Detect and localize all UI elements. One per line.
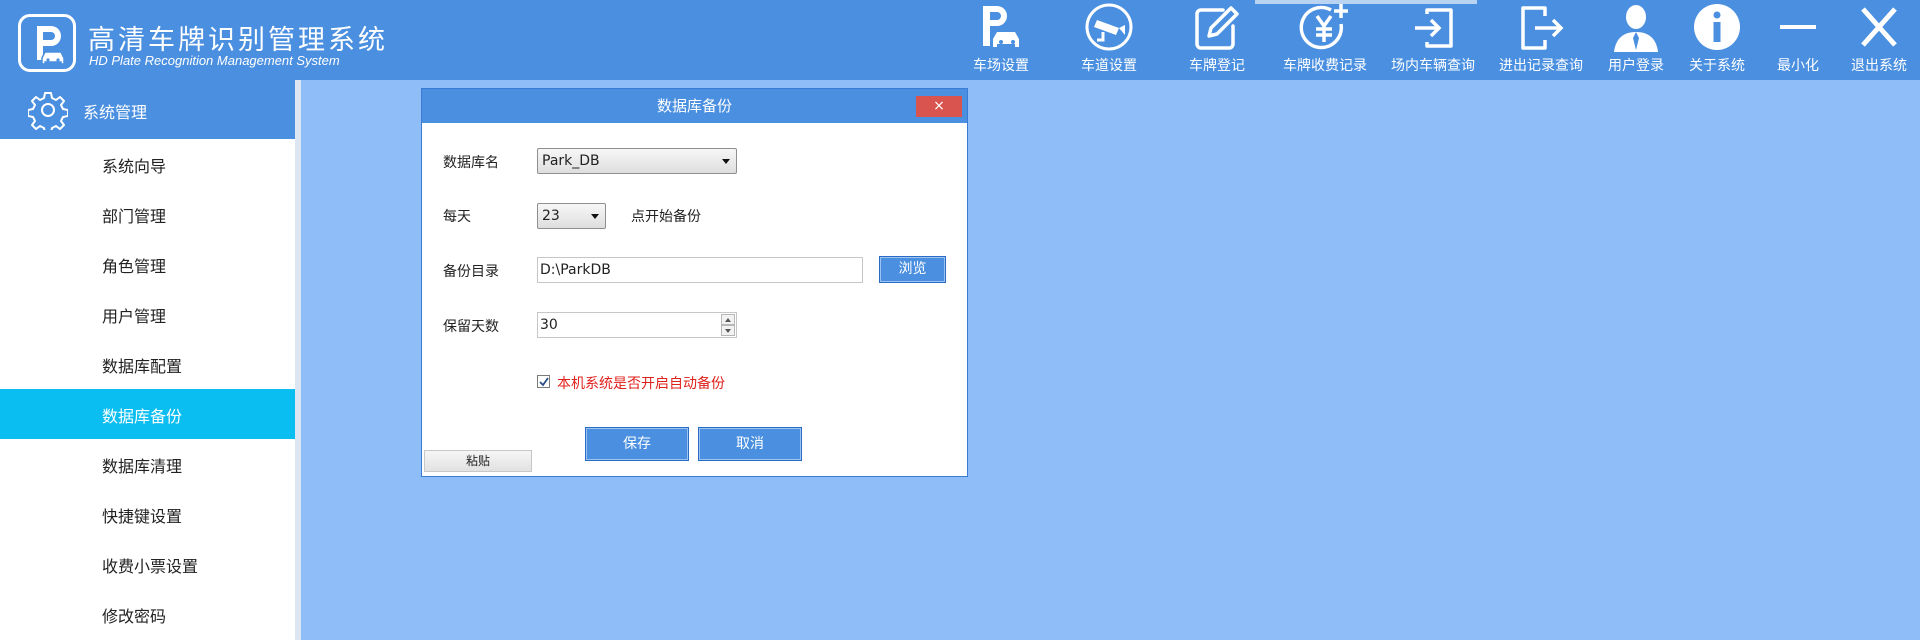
sidebar-item-label: 系统向导 <box>102 157 167 176</box>
minimize-icon <box>1780 25 1816 29</box>
close-icon <box>1861 7 1897 47</box>
toolbar-label: 车牌登记 <box>1189 58 1245 74</box>
daily-label: 每天 <box>443 209 471 225</box>
login-icon <box>1415 8 1453 48</box>
db-name-label: 数据库名 <box>443 155 499 171</box>
parking-logo-icon <box>37 26 65 65</box>
toolbar-label: 车场设置 <box>973 58 1029 74</box>
toolbar-label: 车牌收费记录 <box>1283 58 1367 74</box>
sidebar-item-label: 修改密码 <box>102 607 167 626</box>
sidebar-item-label: 收费小票设置 <box>102 557 199 576</box>
sidebar-item-shortcuts[interactable]: 快捷键设置 <box>0 489 295 539</box>
sidebar-item-label: 快捷键设置 <box>102 507 183 526</box>
cancel-button[interactable]: 取消 <box>698 427 802 461</box>
stepper-down-icon[interactable] <box>721 325 735 336</box>
yuan-add-icon <box>1299 4 1348 50</box>
sidebar-item-db-cleanup[interactable]: 数据库清理 <box>0 439 295 489</box>
sidebar-item-db-backup[interactable]: 数据库备份 <box>0 389 295 439</box>
db-name-value: Park_DB <box>542 153 600 169</box>
keep-days-stepper[interactable]: 30 <box>537 312 737 338</box>
auto-backup-label: 本机系统是否开启自动备份 <box>557 376 725 392</box>
toolbar-label: 退出系统 <box>1851 58 1907 74</box>
sidebar-item-label: 用户管理 <box>102 307 167 326</box>
auto-backup-checkbox[interactable] <box>537 375 550 388</box>
keep-days-label: 保留天数 <box>443 319 499 335</box>
sidebar-item-db-config[interactable]: 数据库配置 <box>0 339 295 389</box>
user-icon <box>1614 5 1658 52</box>
dialog-close-button[interactable]: × <box>916 96 962 117</box>
toolbar-access-records[interactable]: 进出记录查询 <box>1491 0 1591 80</box>
toolbar-label: 进出记录查询 <box>1499 58 1583 74</box>
sidebar: 系统向导 部门管理 角色管理 用户管理 数据库配置 数据库备份 数据库清理 快捷… <box>0 139 295 640</box>
camera-icon <box>1085 3 1133 51</box>
sidebar-item-label: 部门管理 <box>102 207 167 226</box>
gear-icon <box>28 92 68 130</box>
sidebar-item-setup-wizard[interactable]: 系统向导 <box>0 139 295 189</box>
backup-dir-input[interactable]: D:\ParkDB <box>537 257 863 283</box>
toolbar-exit[interactable]: 退出系统 <box>1829 0 1920 80</box>
toolbar-label: 车道设置 <box>1081 58 1137 74</box>
sidebar-divider <box>295 80 301 640</box>
sidebar-item-label: 数据库配置 <box>102 357 183 376</box>
hour-select[interactable]: 23 <box>537 203 606 229</box>
db-name-select[interactable]: Park_DB <box>537 148 737 174</box>
keep-days-value: 30 <box>540 317 558 333</box>
toolbar-lane-settings[interactable]: 车道设置 <box>1059 0 1159 80</box>
chevron-down-icon <box>591 214 599 219</box>
check-icon <box>539 377 549 387</box>
db-backup-dialog: 数据库备份 × 数据库名 Park_DB 每天 23 点开始备份 备份目录 D:… <box>421 88 968 477</box>
sidebar-item-change-password[interactable]: 修改密码 <box>0 589 295 639</box>
sidebar-item-receipt[interactable]: 收费小票设置 <box>0 539 295 589</box>
logout-icon <box>1521 6 1564 50</box>
backup-dir-value: D:\ParkDB <box>540 262 611 278</box>
app-header: 高清车牌识别管理系统 HD Plate Recognition Manageme… <box>0 0 1920 80</box>
sidebar-item-users[interactable]: 用户管理 <box>0 289 295 339</box>
app-subtitle: HD Plate Recognition Management System <box>89 53 340 68</box>
toolbar-parking-settings[interactable]: 车场设置 <box>951 0 1051 80</box>
sidebar-item-department[interactable]: 部门管理 <box>0 189 295 239</box>
sidebar-item-label: 角色管理 <box>102 257 167 276</box>
app-logo <box>18 14 76 72</box>
save-button[interactable]: 保存 <box>585 427 689 461</box>
sidebar-item-label: 数据库备份 <box>102 407 183 426</box>
sidebar-item-roles[interactable]: 角色管理 <box>0 239 295 289</box>
toolbar-charge-records[interactable]: 车牌收费记录 <box>1275 0 1375 80</box>
parking-car-icon <box>983 6 1019 47</box>
paste-button[interactable]: 粘贴 <box>424 450 532 472</box>
toolbar-plate-register[interactable]: 车牌登记 <box>1167 0 1267 80</box>
browse-button[interactable]: 浏览 <box>879 256 946 283</box>
toolbar-vehicles-inside[interactable]: 场内车辆查询 <box>1383 0 1483 80</box>
app-title: 高清车牌识别管理系统 <box>88 25 388 56</box>
hour-value: 23 <box>542 208 560 224</box>
backup-dir-label: 备份目录 <box>443 264 499 280</box>
sidebar-header-label: 系统管理 <box>83 103 148 122</box>
info-icon <box>1694 4 1740 50</box>
toolbar-label: 场内车辆查询 <box>1391 58 1475 74</box>
sidebar-header: 系统管理 <box>0 80 300 139</box>
edit-icon <box>1195 6 1239 50</box>
stepper-up-icon[interactable] <box>721 314 735 325</box>
hour-suffix-label: 点开始备份 <box>631 209 701 225</box>
dialog-title: 数据库备份 <box>422 89 967 123</box>
chevron-down-icon <box>722 159 730 164</box>
sidebar-item-label: 数据库清理 <box>102 457 183 476</box>
